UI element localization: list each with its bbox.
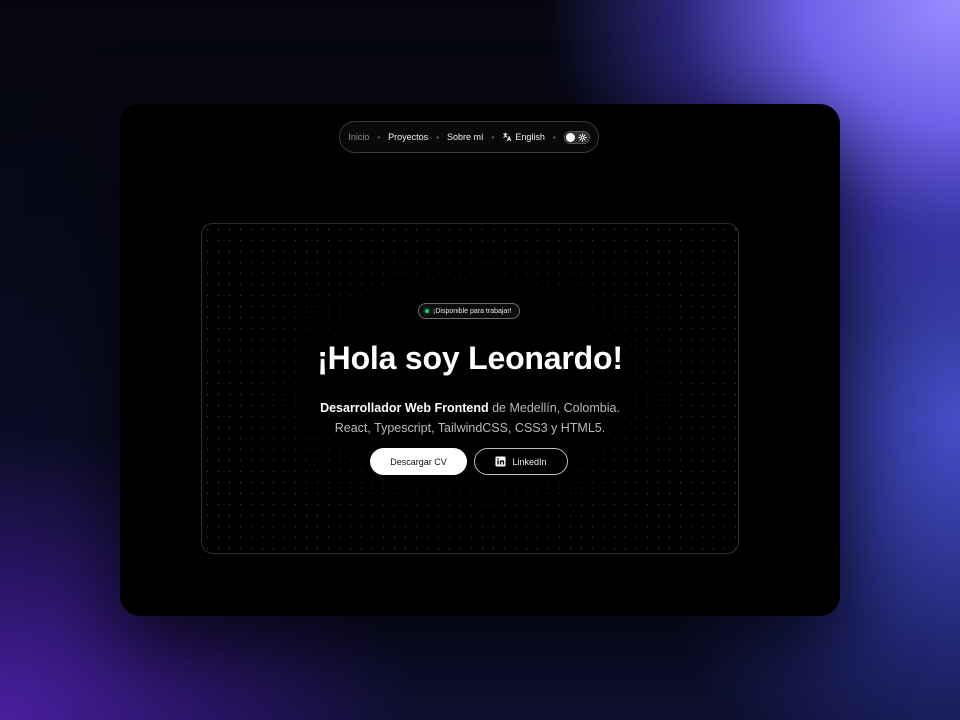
translate-icon <box>503 132 512 142</box>
badge-label: ¡Disponible para trabajar! <box>433 307 512 315</box>
toggle-knob <box>565 132 575 142</box>
subtitle-line-2: React, Typescript, TailwindCSS, CSS3 y H… <box>334 421 606 435</box>
nav-separator: • <box>436 132 439 142</box>
top-nav: Inicio • Proyectos • Sobre mí • English … <box>339 121 599 153</box>
linkedin-label: LinkedIn <box>512 456 547 467</box>
linkedin-icon <box>495 456 507 467</box>
hero-subtitle: Desarrollador Web Frontend de Medellín, … <box>202 398 738 438</box>
download-cv-button[interactable]: Descargar CV <box>370 448 467 475</box>
nav-item-inicio[interactable]: Inicio <box>348 132 369 142</box>
browser-window: Inicio • Proyectos • Sobre mí • English … <box>120 104 840 616</box>
hero-title: ¡Hola soy Leonardo! <box>317 340 623 376</box>
linkedin-button[interactable]: LinkedIn <box>474 448 568 475</box>
subtitle-line-1: Desarrollador Web Frontend de Medellín, … <box>202 398 738 418</box>
availability-badge: ¡Disponible para trabajar! <box>418 303 520 319</box>
nav-item-sobre-mi[interactable]: Sobre mí <box>447 132 484 142</box>
language-switch[interactable]: English <box>502 132 545 142</box>
language-label: English <box>515 132 545 142</box>
subtitle-location: de Medellín, Colombia. <box>488 401 620 415</box>
nav-item-proyectos[interactable]: Proyectos <box>388 132 428 142</box>
hero-section: ¡Disponible para trabajar! ¡Hola soy Leo… <box>201 223 739 554</box>
status-dot <box>425 309 429 313</box>
subtitle-role: Desarrollador Web Frontend <box>320 401 489 415</box>
hero-actions: Descargar CV LinkedIn <box>370 448 568 475</box>
nav-separator: • <box>552 132 556 142</box>
nav-separator: • <box>377 132 381 142</box>
nav-separator: • <box>491 132 495 142</box>
theme-toggle[interactable] <box>563 130 590 144</box>
sun-icon <box>577 132 587 142</box>
